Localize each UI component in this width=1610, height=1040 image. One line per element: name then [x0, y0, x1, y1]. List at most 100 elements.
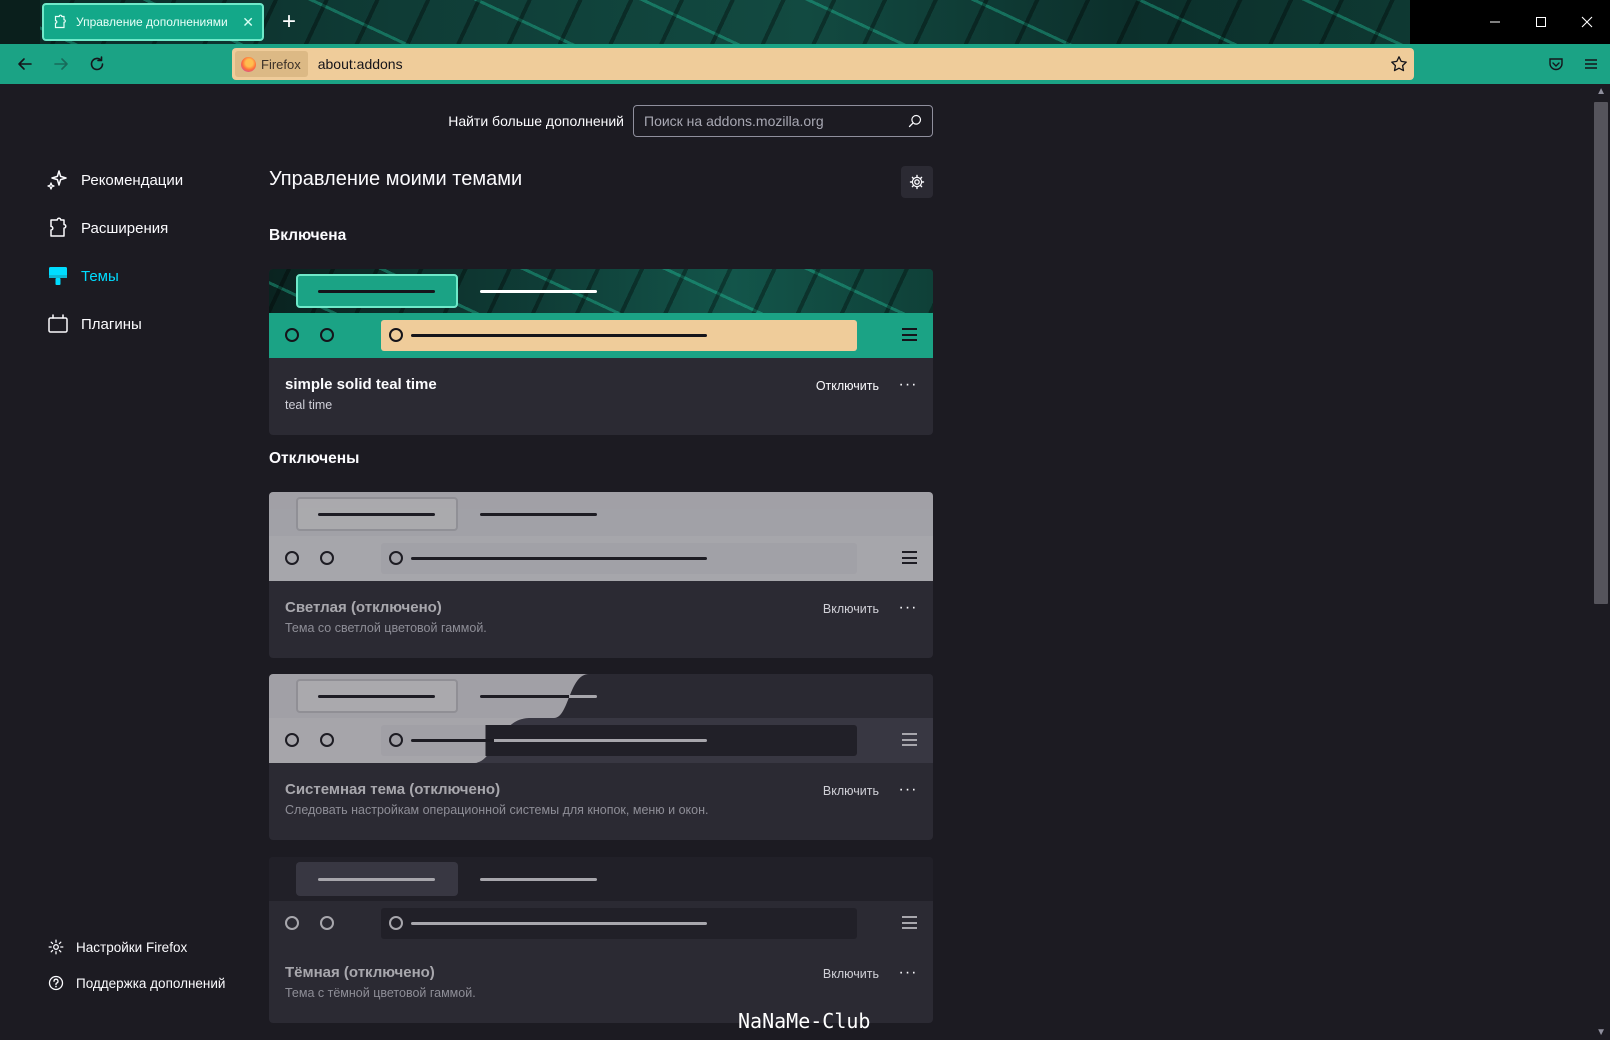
preview-circle	[285, 328, 299, 342]
enable-button[interactable]: Включить	[817, 597, 885, 621]
bookmark-star-button[interactable]	[1384, 49, 1414, 79]
forward-button[interactable]	[47, 50, 75, 78]
gear-icon	[909, 174, 925, 190]
reload-button[interactable]	[83, 50, 111, 78]
preview-tab-strip	[269, 269, 933, 313]
scroll-thumb[interactable]	[1594, 102, 1608, 604]
hamburger-menu-icon	[1585, 59, 1597, 69]
identity-box[interactable]: Firefox	[235, 51, 308, 77]
page-scrollbar[interactable]: ▲ ▼	[1592, 84, 1610, 1040]
categories-sidebar: Рекомендации Расширения Темы Плагины Нас…	[0, 84, 250, 1040]
preview-url-line	[411, 922, 707, 925]
more-options-button[interactable]: ···	[895, 595, 921, 621]
preview-tab-line	[480, 878, 597, 881]
category-label: Расширения	[81, 219, 169, 237]
category-themes[interactable]: Темы	[46, 260, 119, 292]
preview-circle	[320, 916, 334, 930]
enabled-section-heading: Включена	[269, 227, 347, 244]
new-tab-button[interactable]: +	[275, 8, 303, 36]
scroll-up-icon[interactable]: ▲	[1596, 86, 1606, 97]
theme-description: Тема с тёмной цветовой гаммой.	[285, 986, 476, 1000]
puzzle-icon	[54, 14, 66, 29]
close-tab-icon[interactable]: ✕	[242, 15, 254, 29]
pocket-button[interactable]	[1542, 50, 1570, 78]
url-text[interactable]: about:addons	[318, 56, 1384, 72]
close-window-button[interactable]	[1564, 0, 1610, 44]
firefox-settings-label: Настройки Firefox	[76, 939, 188, 955]
help-icon	[48, 975, 64, 991]
preview-url-line	[411, 739, 707, 742]
preview-circle	[285, 733, 299, 747]
maximize-icon	[1536, 17, 1546, 27]
back-button[interactable]	[11, 50, 39, 78]
category-label: Плагины	[81, 315, 142, 333]
theme-description: teal time	[285, 398, 333, 412]
disable-button[interactable]: Отключить	[810, 374, 885, 398]
more-options-button[interactable]: ···	[895, 960, 921, 986]
preview-circle	[320, 733, 334, 747]
theme-card-dark[interactable]: Тёмная (отключено) Тема с тёмной цветово…	[269, 857, 933, 1023]
tools-menu-button[interactable]	[901, 166, 933, 198]
maximize-button[interactable]	[1518, 0, 1564, 44]
theme-preview	[269, 857, 933, 946]
scroll-down-icon[interactable]: ▼	[1596, 1027, 1606, 1038]
preview-tab-strip	[269, 857, 933, 901]
url-bar[interactable]: Firefox about:addons	[232, 48, 1414, 80]
search-box[interactable]	[633, 105, 933, 137]
theme-card-light[interactable]: Светлая (отключено) Тема со светлой цвет…	[269, 492, 933, 658]
gear-icon	[48, 939, 64, 955]
main-content: Найти больше дополнений Управление моими…	[269, 84, 933, 1040]
forward-arrow-icon	[54, 58, 68, 70]
firefox-logo-icon	[241, 56, 256, 72]
category-extensions[interactable]: Расширения	[46, 212, 168, 244]
plugin-icon	[48, 314, 68, 333]
firefox-settings-link[interactable]: Настройки Firefox	[48, 939, 187, 955]
preview-circle	[389, 328, 403, 342]
preview-circle	[389, 551, 403, 565]
preview-menu-icon	[902, 551, 917, 564]
preview-tab-line	[318, 878, 435, 881]
preview-tab-line	[480, 290, 597, 293]
category-plugins[interactable]: Плагины	[46, 308, 142, 340]
sparkle-icon	[47, 170, 67, 190]
disabled-section-heading: Отключены	[269, 450, 360, 467]
preview-tab-line	[480, 513, 597, 516]
tab-addons[interactable]: Управление дополнениями ✕	[42, 3, 264, 41]
enable-button[interactable]: Включить	[817, 779, 885, 803]
search-input[interactable]	[644, 113, 908, 129]
theme-preview	[269, 269, 933, 358]
theme-card-body: Системная тема (отключено) Следовать нас…	[269, 763, 933, 840]
more-options-button[interactable]: ···	[895, 372, 921, 398]
more-options-button[interactable]: ···	[895, 777, 921, 803]
addons-page: Рекомендации Расширения Темы Плагины Нас…	[0, 84, 1610, 1040]
theme-description: Следовать настройкам операционной систем…	[285, 803, 709, 817]
navigation-toolbar: Firefox about:addons	[0, 44, 1610, 84]
preview-tab-line	[318, 513, 435, 516]
preview-menu-icon	[902, 916, 917, 929]
minimize-button[interactable]	[1472, 0, 1518, 44]
preview-urlbar	[381, 725, 857, 756]
preview-url-line	[411, 557, 707, 560]
app-menu-button[interactable]	[1577, 50, 1605, 78]
preview-url-line	[411, 334, 707, 337]
preview-toolbar	[269, 313, 933, 358]
brush-icon	[49, 267, 67, 285]
tab-title: Управление дополнениями	[76, 15, 228, 29]
addons-support-link[interactable]: Поддержка дополнений	[48, 975, 225, 991]
enable-button[interactable]: Включить	[817, 962, 885, 986]
watermark-text: NaNaMe-Club	[738, 1009, 871, 1033]
preview-menu-icon	[902, 328, 917, 341]
minimize-icon	[1490, 21, 1500, 23]
preview-tab-line	[480, 695, 597, 698]
search-icon[interactable]	[908, 114, 922, 128]
reload-icon	[90, 56, 104, 71]
star-icon	[1391, 56, 1407, 72]
category-label: Темы	[81, 267, 119, 285]
theme-card-teal[interactable]: simple solid teal time teal time Отключи…	[269, 269, 933, 435]
preview-tab-line	[318, 290, 435, 293]
category-recommendations[interactable]: Рекомендации	[46, 164, 183, 196]
theme-card-body: simple solid teal time teal time Отключи…	[269, 358, 933, 435]
preview-circle	[389, 916, 403, 930]
theme-card-system[interactable]: Системная тема (отключено) Следовать нас…	[269, 674, 933, 840]
preview-circle	[285, 551, 299, 565]
